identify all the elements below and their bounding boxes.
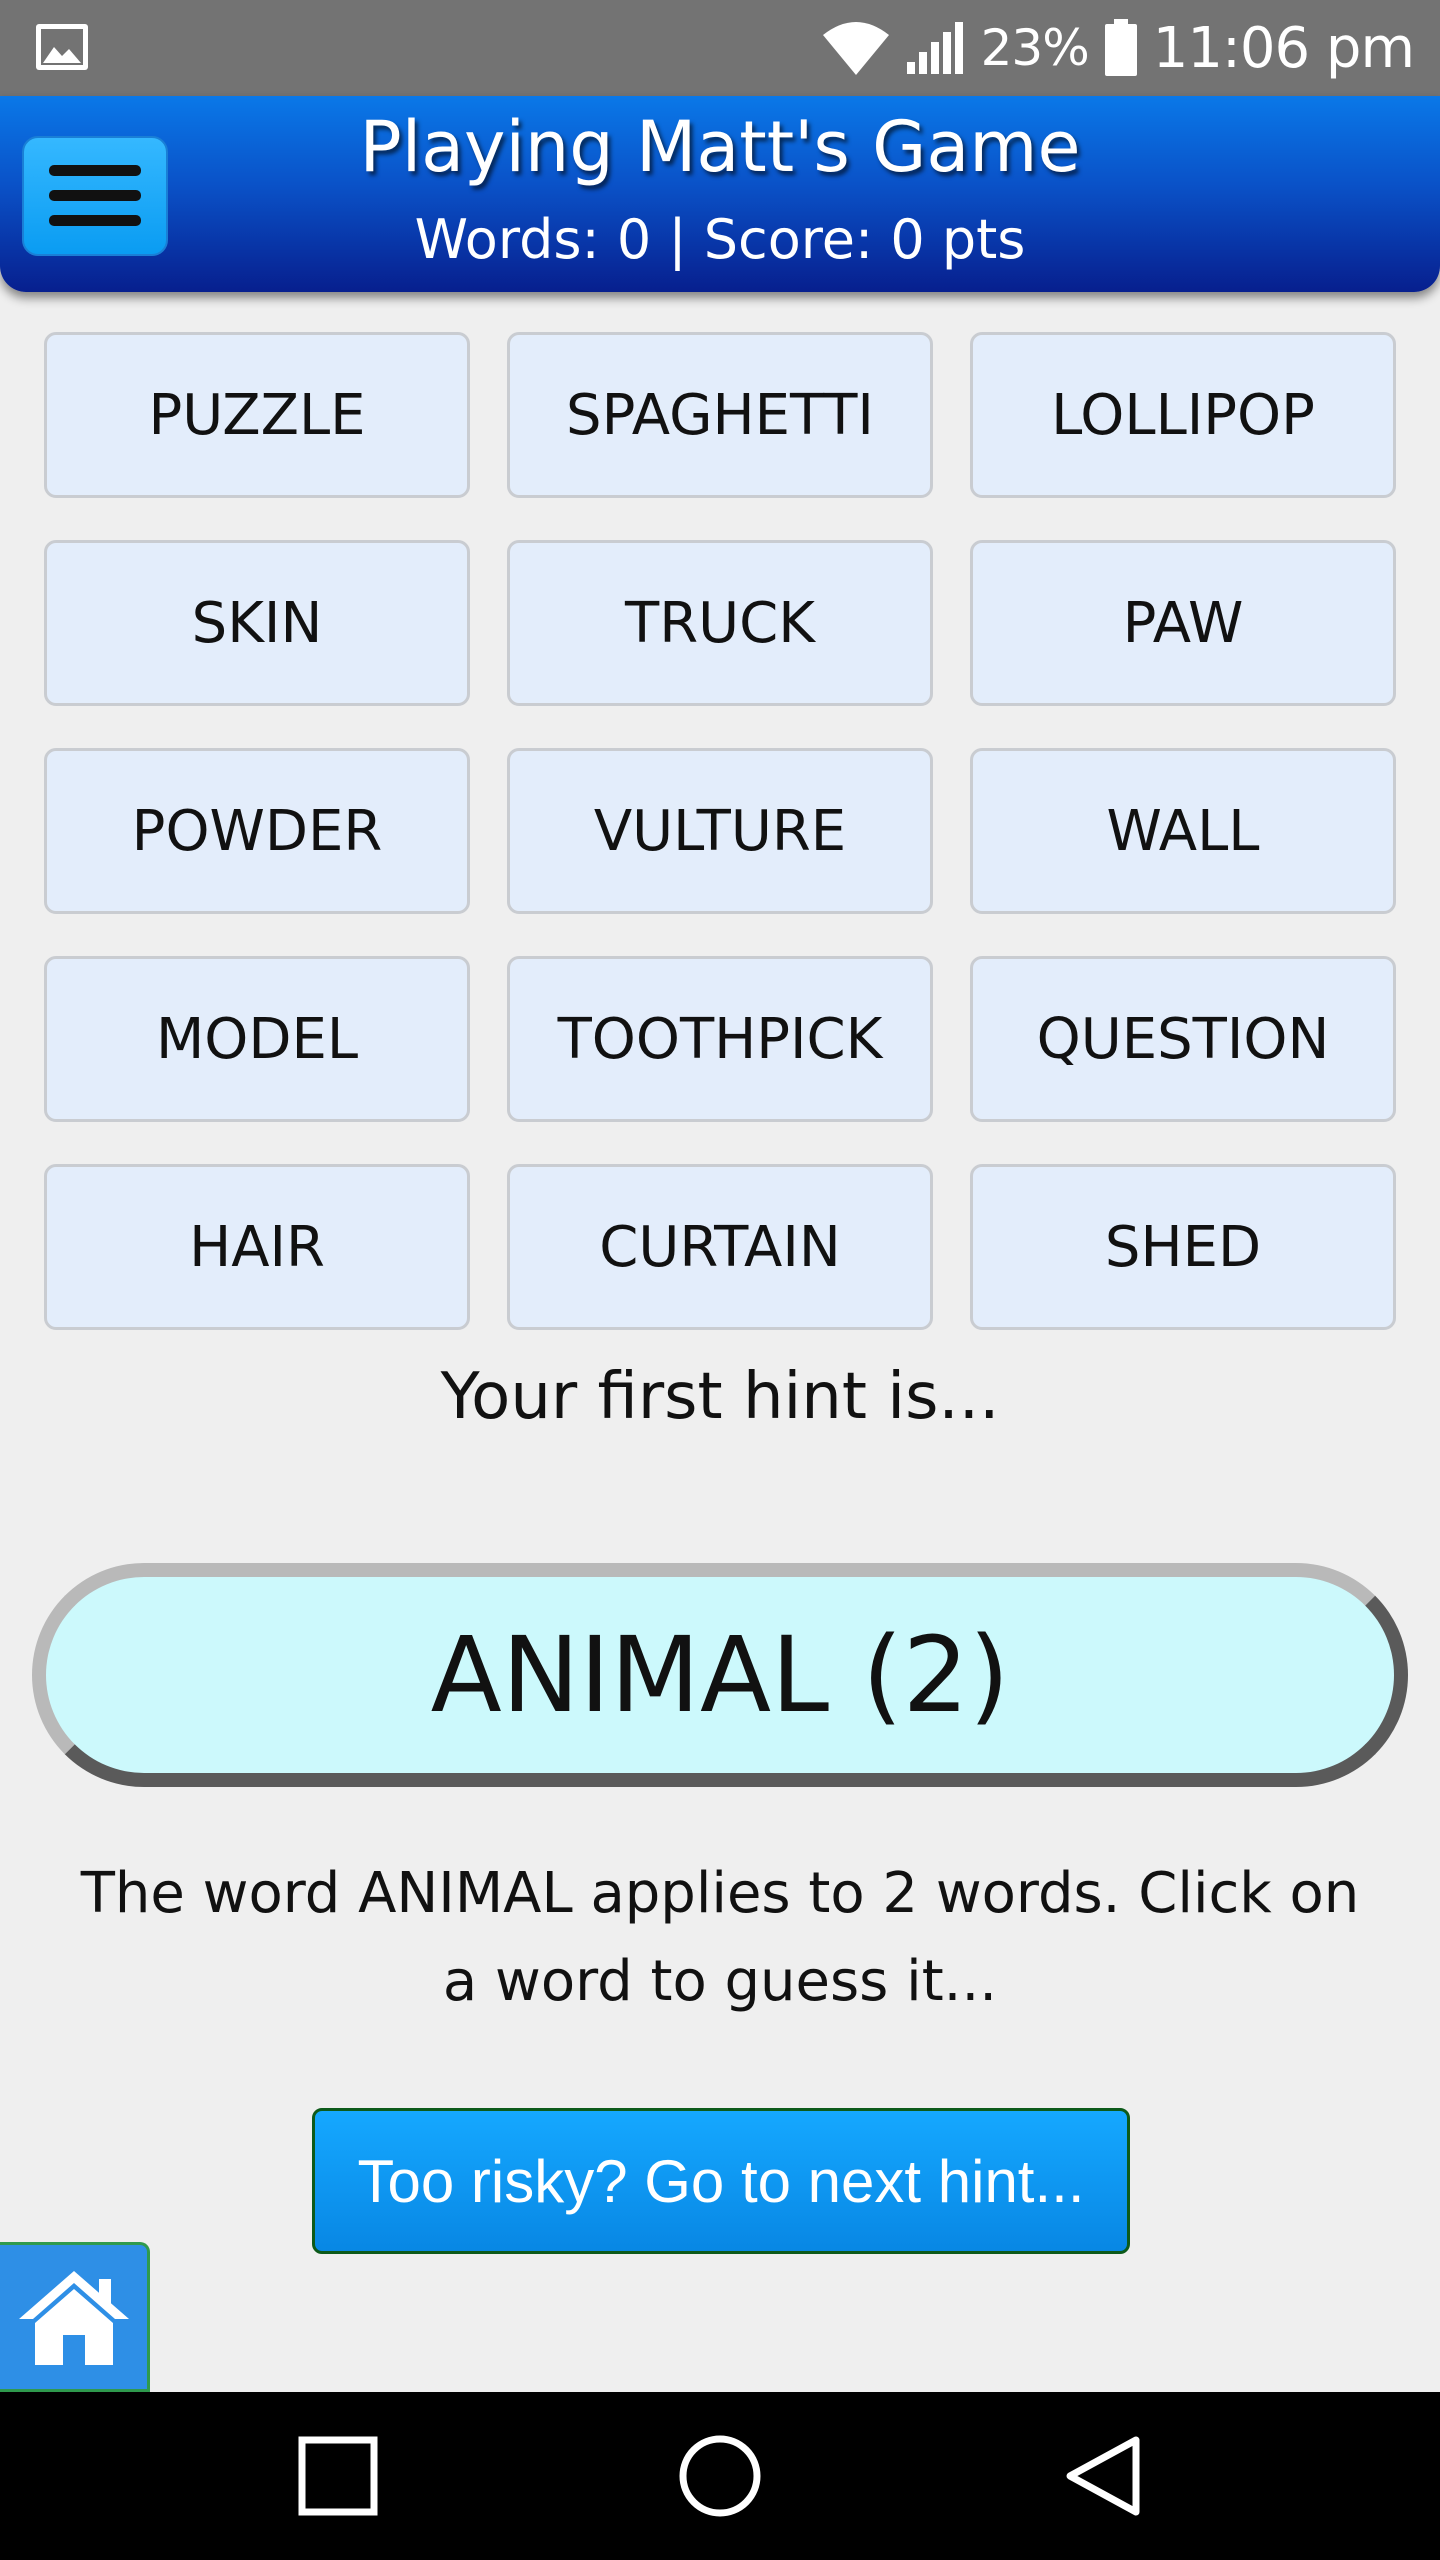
home-circle-icon (679, 2435, 761, 2517)
word-button[interactable]: LOLLIPOP (970, 332, 1396, 498)
recent-apps-icon (298, 2436, 378, 2516)
status-bar: 23% 11:06 pm (0, 0, 1440, 96)
word-button[interactable]: TOOTHPICK (507, 956, 933, 1122)
page-title: Playing Matt's Game (359, 106, 1081, 188)
word-button[interactable]: TRUCK (507, 540, 933, 706)
hint-description: The word ANIMAL applies to 2 words. Clic… (80, 1861, 1360, 2014)
home-button[interactable] (0, 2242, 150, 2392)
game-screen: 23% 11:06 pm Playing Matt's Game Words: … (0, 0, 1440, 2560)
word-button[interactable]: HAIR (44, 1164, 470, 1330)
wifi-icon (822, 22, 889, 75)
next-hint-button[interactable]: Too risky? Go to next hint... (312, 2108, 1130, 2254)
signal-icon (906, 22, 963, 74)
clock: 11:06 pm (1152, 15, 1415, 81)
word-button[interactable]: WALL (970, 748, 1396, 914)
word-button[interactable]: SHED (970, 1164, 1396, 1330)
battery-icon (1104, 19, 1137, 76)
image-icon (36, 24, 88, 70)
word-button[interactable]: PAW (970, 540, 1396, 706)
word-button[interactable]: VULTURE (507, 748, 933, 914)
battery-percent: 23% (980, 19, 1090, 77)
word-button[interactable]: CURTAIN (507, 1164, 933, 1330)
game-header: Playing Matt's Game Words: 0 | Score: 0 … (0, 96, 1440, 292)
word-button[interactable]: SKIN (44, 540, 470, 706)
hint-label: ANIMAL (2) (32, 1563, 1408, 1787)
status-indicators: 23% 11:06 pm (821, 0, 1415, 96)
word-button[interactable]: POWDER (44, 748, 470, 914)
home-nav-button[interactable] (620, 2392, 820, 2560)
recent-apps-button[interactable] (238, 2392, 438, 2560)
back-button[interactable] (1002, 2392, 1202, 2560)
word-button[interactable]: QUESTION (970, 956, 1396, 1122)
word-button[interactable]: SPAGHETTI (507, 332, 933, 498)
hint-intro-text: Your first hint is... (440, 1360, 1000, 1434)
system-navigation-bar (0, 2392, 1440, 2560)
word-grid: PUZZLE SPAGHETTI LOLLIPOP SKIN TRUCK PAW… (44, 332, 1396, 1330)
word-button[interactable]: PUZZLE (44, 332, 470, 498)
home-icon (18, 2271, 129, 2365)
word-button[interactable]: MODEL (44, 956, 470, 1122)
back-icon (1066, 2436, 1140, 2516)
score-summary: Words: 0 | Score: 0 pts (414, 208, 1026, 271)
